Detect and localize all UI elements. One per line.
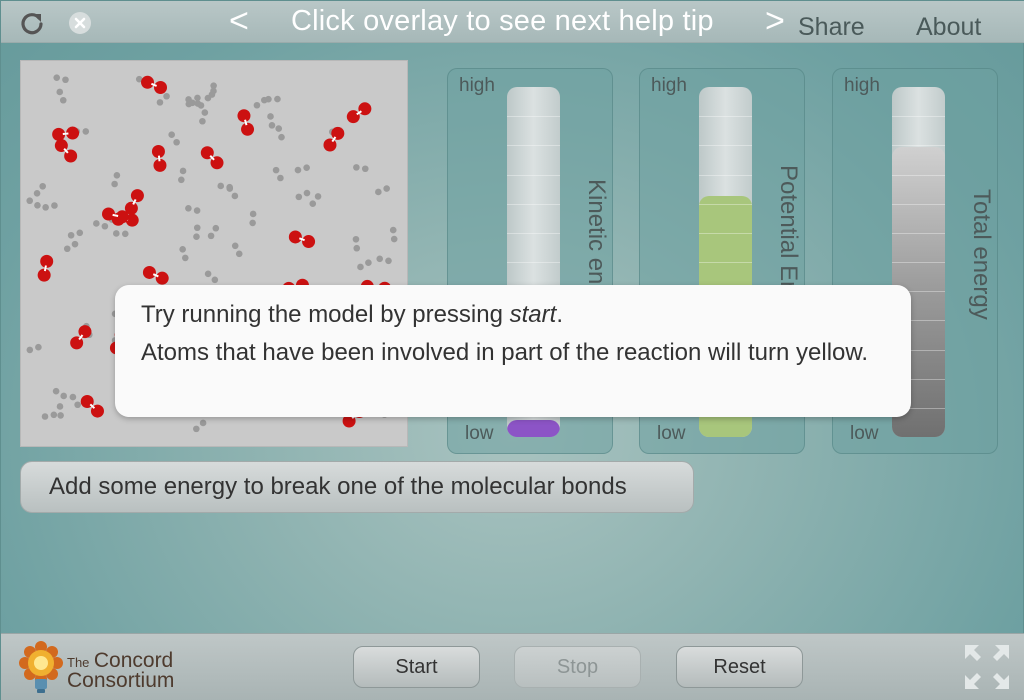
hydrogen-molecule — [265, 95, 281, 103]
meter-high-label: high — [459, 75, 495, 96]
hydrogen-molecule — [267, 113, 276, 129]
hydrogen-molecule — [253, 96, 268, 109]
about-link[interactable]: About — [916, 13, 981, 42]
hydrogen-molecule — [26, 343, 42, 354]
logo-the: The — [67, 655, 90, 670]
add-energy-button[interactable]: Add some energy to break one of the mole… — [20, 461, 694, 513]
previous-tip-button[interactable]: < — [229, 1, 249, 41]
hydrogen-molecule — [357, 259, 372, 271]
concord-consortium-logo[interactable]: The Concord Consortium — [17, 639, 197, 697]
close-icon[interactable] — [67, 10, 93, 36]
oxygen-molecule — [346, 102, 372, 124]
hydrogen-molecule — [376, 255, 392, 265]
logo-consortium: Consortium — [67, 669, 175, 692]
help-tip-title[interactable]: Click overlay to see next help tip — [291, 4, 714, 38]
oxygen-molecule — [52, 126, 80, 141]
hydrogen-molecule — [26, 197, 41, 209]
hydrogen-molecule — [217, 182, 233, 191]
hydrogen-molecule — [193, 419, 207, 433]
hydrogen-molecule — [309, 193, 322, 208]
hydrogen-molecule — [41, 411, 58, 420]
hydrogen-molecule — [199, 109, 209, 125]
oxygen-molecule — [288, 230, 316, 249]
hydrogen-molecule — [294, 164, 310, 174]
hydrogen-molecule — [352, 235, 361, 252]
interactive-app: < Click overlay to see next help tip > S… — [0, 0, 1024, 700]
hydrogen-molecule — [168, 131, 180, 146]
oxygen-molecule — [237, 109, 255, 136]
hydrogen-molecule — [56, 403, 64, 419]
oxygen-molecule — [37, 254, 54, 282]
meter-high-label: high — [844, 75, 880, 96]
hydrogen-molecule — [295, 189, 311, 201]
hydrogen-molecule — [69, 393, 81, 409]
next-tip-button[interactable]: > — [765, 1, 785, 41]
hydrogen-molecule — [275, 125, 285, 141]
hydrogen-molecule — [111, 171, 121, 188]
oxygen-molecule — [200, 146, 224, 170]
hydrogen-molecule — [353, 164, 369, 173]
hydrogen-molecule — [112, 230, 129, 238]
hydrogen-molecule — [56, 88, 67, 104]
hydrogen-molecule — [249, 210, 257, 227]
hydrogen-molecule — [156, 92, 170, 106]
hydrogen-molecule — [204, 270, 219, 284]
reload-icon[interactable] — [19, 10, 45, 36]
oxygen-molecule — [80, 395, 104, 418]
stop-button[interactable]: Stop — [514, 646, 641, 688]
start-button[interactable]: Start — [353, 646, 480, 688]
lightbulb-logo-icon — [19, 641, 63, 693]
hydrogen-molecule — [93, 220, 109, 230]
reset-button[interactable]: Reset — [676, 646, 803, 688]
hydrogen-molecule — [389, 226, 398, 243]
hydrogen-molecule — [67, 229, 84, 239]
hydrogen-molecule — [185, 205, 201, 214]
hydrogen-molecule — [193, 224, 201, 241]
meter-low-label: low — [465, 423, 494, 444]
help-overlay[interactable]: Try running the model by pressing start.… — [115, 285, 911, 417]
hydrogen-molecule — [272, 166, 284, 182]
oxygen-molecule — [54, 139, 78, 163]
help-line-1: Try running the model by pressing start. — [141, 301, 563, 328]
hydrogen-molecule — [375, 185, 390, 196]
help-emphasis: start — [509, 301, 557, 328]
hydrogen-molecule — [33, 182, 46, 197]
oxygen-molecule — [151, 144, 167, 172]
hydrogen-molecule — [207, 224, 220, 240]
oxygen-molecule — [124, 189, 144, 215]
meter-title: Total energy — [968, 189, 995, 320]
bottom-bar: The Concord Consortium Start Stop Reset — [1, 633, 1024, 700]
oxygen-molecule — [142, 265, 169, 285]
hydrogen-molecule — [179, 246, 189, 262]
meter-high-label: high — [651, 75, 687, 96]
hydrogen-molecule — [63, 240, 79, 253]
hydrogen-molecule — [52, 387, 68, 400]
top-bar: < Click overlay to see next help tip > S… — [1, 1, 1024, 43]
hydrogen-molecule — [178, 167, 187, 184]
fullscreen-icon[interactable] — [963, 643, 1011, 691]
oxygen-molecule — [141, 75, 168, 95]
help-line-2: Atoms that have been involved in part of… — [141, 339, 869, 366]
hydrogen-molecule — [231, 242, 243, 258]
share-link[interactable]: Share — [798, 13, 865, 42]
hydrogen-molecule — [53, 74, 69, 84]
meter-low-label: low — [850, 423, 879, 444]
meter-low-label: low — [657, 423, 686, 444]
hydrogen-molecule — [42, 202, 58, 211]
oxygen-molecule — [323, 126, 345, 152]
